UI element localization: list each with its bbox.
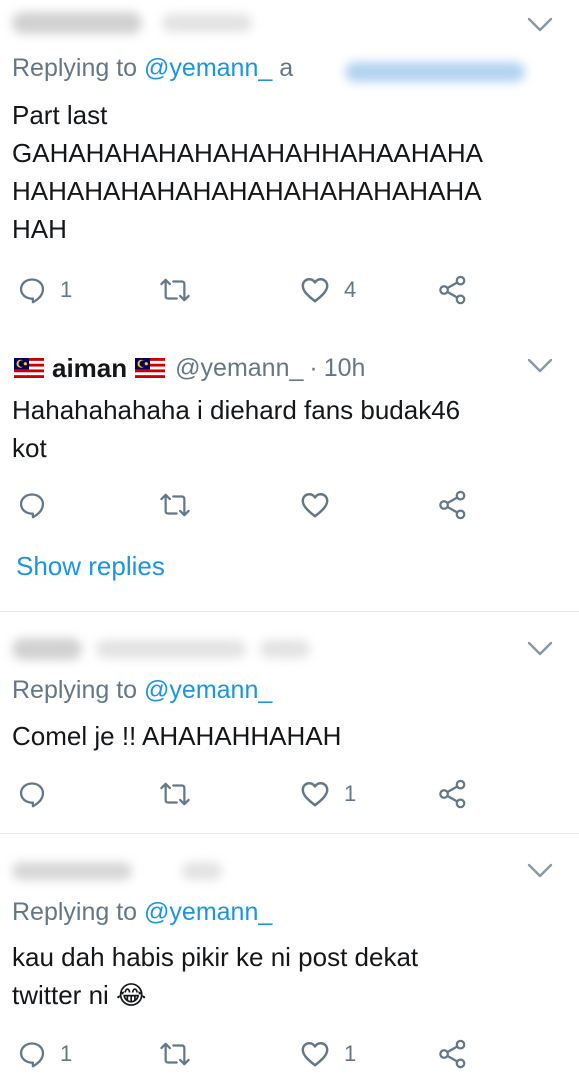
tweet-2[interactable]: aiman @yemann_ · 10h Hahahahahaha i dieh… [0, 331, 579, 611]
malaysia-flag-icon [135, 358, 165, 378]
chevron-down-icon[interactable] [527, 862, 553, 880]
reply-button[interactable] [18, 774, 46, 814]
retweet-button[interactable] [158, 485, 192, 525]
retweet-icon [158, 780, 192, 808]
tweet-text: Comel je !! AHAHAHHAHAH [12, 717, 555, 755]
like-button[interactable] [300, 485, 330, 525]
tweet-3[interactable]: Replying to @yemann_ Comel je !! AHAHAHH… [0, 612, 579, 833]
retweet-icon [158, 1040, 192, 1068]
tweet-actions: 1 [0, 774, 579, 814]
reply-button[interactable]: 1 [18, 1034, 72, 1074]
replying-to: Replying to @yemann_ a [12, 54, 293, 83]
tweet-actions: 1 1 [0, 1034, 579, 1074]
share-button[interactable] [438, 774, 468, 814]
replying-extra: a [279, 54, 294, 82]
share-button[interactable] [438, 1034, 468, 1074]
reply-button[interactable] [18, 485, 46, 525]
chevron-down-icon[interactable] [527, 16, 553, 34]
tweet-text: Hahahahahaha i diehard fans budak46 kot [12, 391, 555, 467]
tweet-text-line: Part last [12, 100, 108, 130]
chevron-down-icon[interactable] [527, 640, 553, 658]
reply-button[interactable]: 1 [18, 270, 72, 310]
meta-separator: · [309, 353, 318, 382]
like-count: 1 [344, 781, 357, 806]
blurred-mention [345, 62, 525, 82]
tweet-text-line: twitter ni 😂 [12, 980, 147, 1010]
retweet-icon [158, 491, 192, 519]
share-icon [438, 490, 468, 520]
replying-handle-link[interactable]: @yemann_ [144, 54, 272, 82]
replying-handle-link[interactable]: @yemann_ [144, 898, 272, 926]
share-button[interactable] [438, 485, 468, 525]
author-handle[interactable]: @yemann_ [175, 354, 303, 383]
tweet-time: 10h [323, 353, 366, 382]
blurred-handle [96, 640, 246, 658]
like-button[interactable]: 4 [300, 270, 356, 310]
tweet-actions: 1 4 [0, 270, 579, 310]
tweet-3-header [12, 632, 567, 666]
retweet-button[interactable] [158, 270, 192, 310]
blurred-time [182, 862, 222, 880]
tweet-actions [0, 485, 579, 525]
reply-icon [18, 780, 46, 808]
tweet-text-line: kot [12, 433, 47, 463]
heart-icon [300, 1039, 330, 1069]
like-count: 1 [344, 1041, 357, 1066]
chevron-down-icon[interactable] [527, 357, 553, 375]
replying-handle-link[interactable]: @yemann_ [144, 676, 272, 704]
replying-to: Replying to @yemann_ [12, 898, 272, 927]
reply-icon [18, 276, 46, 304]
tweet-text-line: Hahahahahaha i diehard fans budak46 [12, 395, 461, 425]
reply-count: 1 [60, 1041, 73, 1066]
like-button[interactable]: 1 [300, 774, 356, 814]
share-button[interactable] [438, 270, 468, 310]
tweet-4[interactable]: Replying to @yemann_ kau dah habis pikir… [0, 834, 579, 1072]
reply-icon [18, 491, 46, 519]
heart-icon [300, 275, 330, 305]
tweet-text-line: HAH [12, 214, 67, 244]
retweet-button[interactable] [158, 1034, 192, 1074]
tweet-1[interactable]: Replying to @yemann_ a Part last GAHAHAH… [0, 0, 579, 331]
author-name[interactable]: aiman [52, 353, 127, 384]
tweet-2-header: aiman @yemann_ · 10h [14, 351, 567, 385]
tweet-text: Part last GAHAHAHAHAHAHAHAHHAHAAHAHA HAH… [12, 96, 555, 248]
tweet-text-line: Comel je !! AHAHAHHAHAH [12, 721, 342, 751]
tweet-text: kau dah habis pikir ke ni post dekat twi… [12, 938, 555, 1014]
replying-label: Replying to [12, 54, 138, 82]
show-replies-link[interactable]: Show replies [16, 551, 165, 582]
replying-label: Replying to [12, 676, 138, 704]
tweet-text-line: kau dah habis pikir ke ni post dekat [12, 942, 419, 972]
retweet-button[interactable] [158, 774, 192, 814]
malaysia-flag-icon [14, 358, 44, 378]
tweet-text-line: HAHAHAHAHAHAHAHAHAHAHAHAHA [12, 176, 482, 206]
heart-icon [300, 490, 330, 520]
blurred-handle [162, 14, 252, 32]
share-icon [438, 779, 468, 809]
blurred-username [12, 862, 132, 880]
like-button[interactable]: 1 [300, 1034, 356, 1074]
reply-count: 1 [60, 277, 73, 302]
blurred-username [12, 638, 82, 660]
blurred-time [260, 640, 310, 658]
tweet-4-header [12, 854, 567, 888]
replying-label: Replying to [12, 898, 138, 926]
reply-icon [18, 1040, 46, 1068]
share-icon [438, 1039, 468, 1069]
retweet-icon [158, 276, 192, 304]
tweet-text-line: GAHAHAHAHAHAHAHAHHAHAAHAHA [12, 138, 483, 168]
tweet-1-header [12, 6, 567, 40]
share-icon [438, 275, 468, 305]
replying-to: Replying to @yemann_ [12, 676, 272, 705]
like-count: 4 [344, 277, 357, 302]
blurred-username [12, 12, 142, 34]
heart-icon [300, 779, 330, 809]
